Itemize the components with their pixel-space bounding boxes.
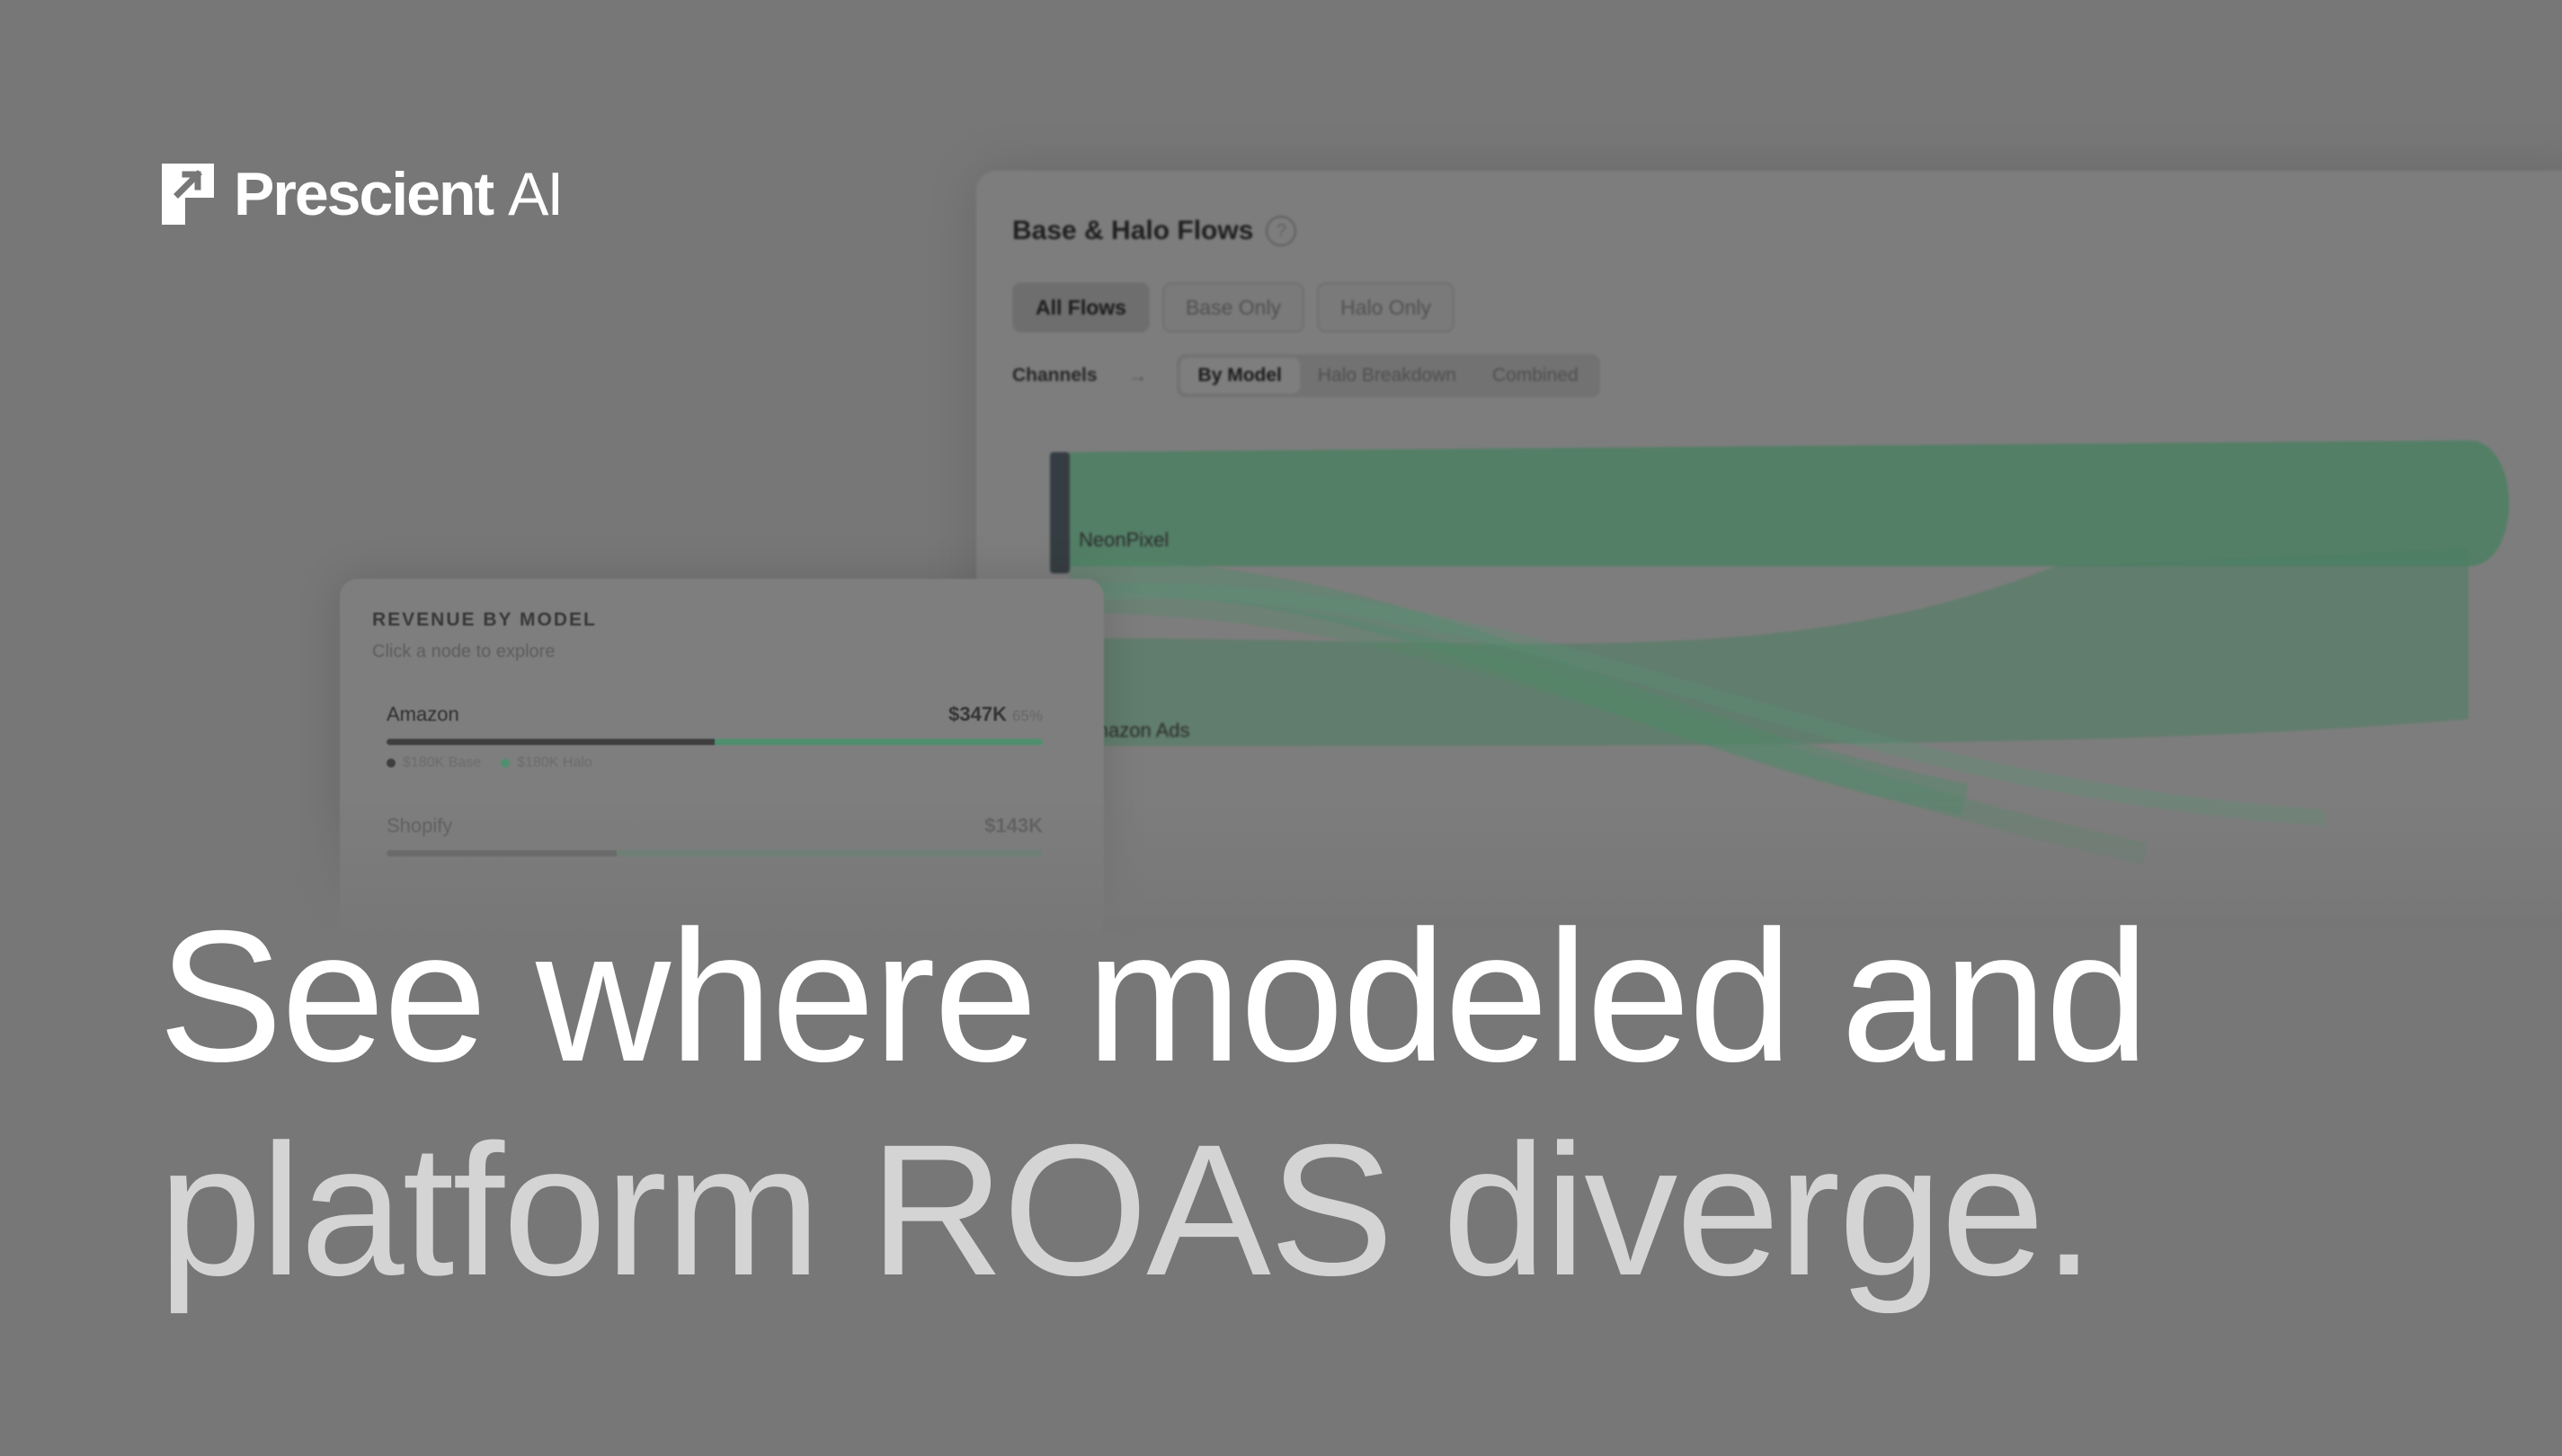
revenue-row-name: Amazon xyxy=(387,703,459,725)
revenue-row-amount-value: $347K xyxy=(948,703,1007,725)
channels-label: Channels xyxy=(1012,365,1098,386)
view-mode-toggle: By Model Halo Breakdown Combined xyxy=(1176,354,1600,397)
brand-name: Prescient xyxy=(234,160,494,228)
flows-card-title-text: Base & Halo Flows xyxy=(1012,216,1254,245)
flows-card-title: Base & Halo Flows ? xyxy=(1012,216,1297,246)
arrow-right-icon: → xyxy=(1127,364,1148,386)
revenue-row-bar xyxy=(387,850,1043,857)
brand-wordmark: Prescient AI xyxy=(234,159,564,229)
headline-line-1: See where modeled and xyxy=(158,892,2149,1101)
help-icon[interactable]: ? xyxy=(1266,216,1297,246)
revenue-row-percent: 65% xyxy=(1011,707,1043,724)
promo-canvas: Prescient AI Base & Halo Flows ? All Flo… xyxy=(0,0,2562,1456)
revenue-bar-halo xyxy=(715,739,1043,745)
sankey-node-label-neonpixel[interactable]: NeonPixel xyxy=(1079,528,1169,552)
headline-line-2: platform ROAS diverge. xyxy=(158,1106,2095,1315)
brand-logo: Prescient AI xyxy=(158,158,564,230)
base-dot-icon xyxy=(387,758,396,768)
revenue-row-amount-value: $143K xyxy=(984,814,1043,837)
prescient-logo-icon xyxy=(162,164,214,225)
tab-all-flows[interactable]: All Flows xyxy=(1012,282,1150,333)
legend-halo-label: $180K Halo xyxy=(517,755,592,770)
tab-base-only[interactable]: Base Only xyxy=(1161,282,1305,333)
flow-filter-tabs: All Flows Base Only Halo Only xyxy=(1012,282,1455,333)
view-by-model-button[interactable]: By Model xyxy=(1179,358,1300,394)
revenue-card-subtitle: Click a node to explore xyxy=(372,642,556,661)
view-combined-button[interactable]: Combined xyxy=(1474,358,1597,394)
legend-base: $180K Base xyxy=(387,755,481,771)
headline: See where modeled and platform ROAS dive… xyxy=(158,890,2149,1318)
revenue-row-legend: $180K Base $180K Halo xyxy=(387,755,592,771)
channels-view-row: Channels → By Model Halo Breakdown Combi… xyxy=(1012,354,1600,397)
halo-dot-icon xyxy=(501,758,511,768)
brand-suffix: AI xyxy=(508,160,564,228)
base-halo-flows-card: Base & Halo Flows ? All Flows Base Only … xyxy=(976,171,2562,917)
revenue-row-amount: $143K xyxy=(984,814,1043,838)
revenue-row-bar xyxy=(387,739,1043,745)
revenue-by-model-card: REVENUE BY MODEL Click a node to explore… xyxy=(340,579,1104,938)
legend-halo: $180K Halo xyxy=(501,755,592,771)
view-halo-breakdown-button[interactable]: Halo Breakdown xyxy=(1300,358,1474,394)
revenue-bar-base xyxy=(387,739,715,745)
sankey-flow-neonpixel-top xyxy=(1070,440,2509,566)
sankey-node-neonpixel xyxy=(1050,452,1070,573)
revenue-bar-base xyxy=(387,850,617,857)
legend-base-label: $180K Base xyxy=(403,755,482,770)
revenue-row-name: Shopify xyxy=(387,814,453,837)
revenue-row-amount: $347K 65% xyxy=(948,703,1043,726)
revenue-card-title: REVENUE BY MODEL xyxy=(372,609,597,630)
revenue-bar-halo xyxy=(616,850,1043,857)
tab-halo-only[interactable]: Halo Only xyxy=(1317,282,1455,333)
